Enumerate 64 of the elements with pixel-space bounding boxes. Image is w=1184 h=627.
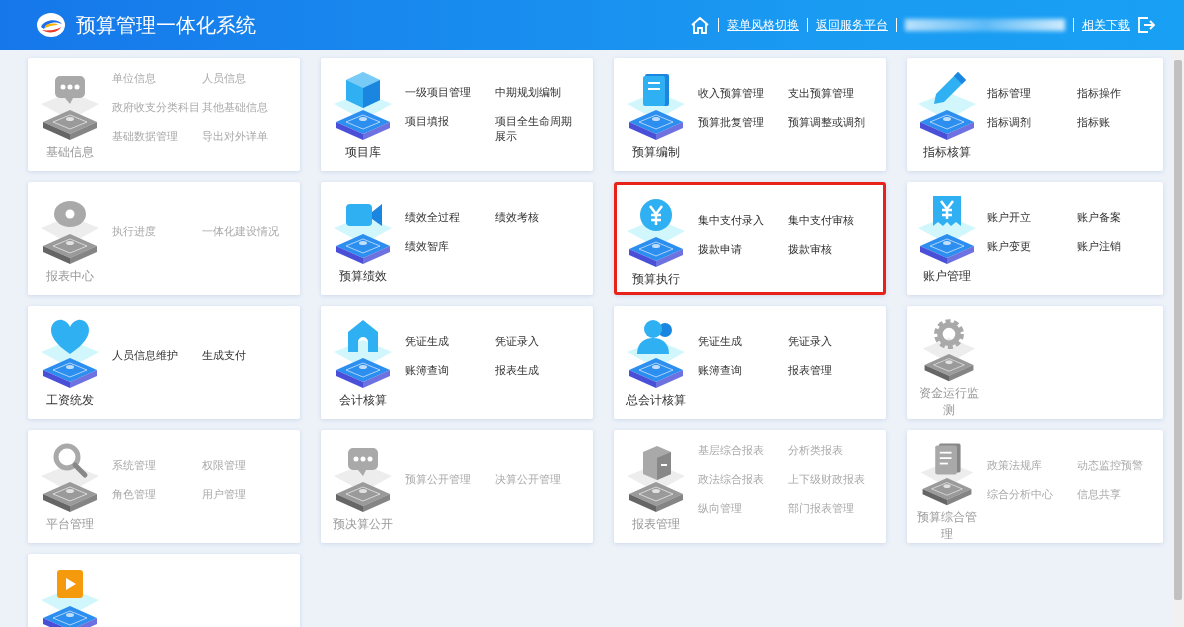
module-card[interactable]: 总会计核算 凭证生成 凭证录入 账簿查询 报表管理 bbox=[614, 306, 886, 419]
module-card[interactable]: 指标核算 指标管理 指标操作 指标调剂 指标账 bbox=[907, 58, 1163, 171]
module-link[interactable]: 人员信息维护 bbox=[112, 348, 202, 363]
module-title: 报表中心 bbox=[45, 268, 95, 285]
module-link[interactable]: 指标操作 bbox=[1077, 85, 1163, 101]
module-link[interactable]: 指标账 bbox=[1077, 114, 1163, 130]
module-link[interactable]: 生成支付 bbox=[202, 348, 288, 363]
module-title: 项目库 bbox=[344, 144, 382, 161]
module-link[interactable]: 凭证录入 bbox=[788, 333, 874, 349]
module-card[interactable]: 账户管理 账户开立 账户备案 账户变更 账户注销 bbox=[907, 182, 1163, 295]
module-link[interactable]: 凭证生成 bbox=[405, 333, 495, 349]
module-title: 基础信息 bbox=[45, 144, 95, 161]
module-link[interactable]: 账户注销 bbox=[1077, 238, 1163, 254]
module-link[interactable]: 集中支付审核 bbox=[788, 212, 874, 228]
system-title: 预算管理一体化系统 bbox=[76, 11, 257, 39]
module-link[interactable]: 集中支付录入 bbox=[698, 212, 788, 228]
module-link[interactable]: 账户备案 bbox=[1077, 209, 1163, 225]
module-card[interactable]: 工资统发 人员信息维护 生成支付 bbox=[28, 306, 300, 419]
module-title: 指标核算 bbox=[922, 144, 972, 161]
module-link[interactable]: 一级项目管理 bbox=[405, 85, 495, 100]
module-link[interactable]: 项目填报 bbox=[405, 114, 495, 129]
module-link[interactable]: 中期规划编制 bbox=[495, 85, 581, 100]
module-link[interactable]: 项目全生命周期展示 bbox=[495, 114, 581, 144]
module-card[interactable]: 预算绩效 绩效全过程 绩效考核 绩效智库 bbox=[321, 182, 593, 295]
module-title: 预算执行 bbox=[631, 271, 681, 288]
module-title: 平台管理 bbox=[45, 516, 95, 533]
scrollbar-thumb[interactable] bbox=[1174, 60, 1182, 600]
home-icon[interactable] bbox=[690, 16, 710, 34]
module-link[interactable]: 绩效全过程 bbox=[405, 209, 495, 225]
logout-icon[interactable] bbox=[1136, 15, 1156, 35]
module-card[interactable]: 会计核算 凭证生成 凭证录入 账簿查询 报表生成 bbox=[321, 306, 593, 419]
module-link[interactable]: 支出预算管理 bbox=[788, 85, 874, 101]
module-title: 账户管理 bbox=[922, 268, 972, 285]
module-link[interactable]: 凭证生成 bbox=[698, 333, 788, 349]
module-link[interactable]: 账户变更 bbox=[987, 238, 1077, 254]
module-link[interactable]: 预算批复管理 bbox=[698, 114, 788, 130]
module-link[interactable]: 指标调剂 bbox=[987, 114, 1077, 130]
module-title: 预决算公开 bbox=[332, 516, 394, 533]
module-link[interactable]: 账户开立 bbox=[987, 209, 1077, 225]
module-link[interactable]: 拨款审核 bbox=[788, 241, 874, 257]
module-link[interactable]: 指标管理 bbox=[987, 85, 1077, 101]
module-link[interactable]: 凭证录入 bbox=[495, 333, 581, 349]
module-link[interactable]: 预算调整或调剂 bbox=[788, 114, 874, 130]
module-link[interactable]: 账簿查询 bbox=[698, 362, 788, 378]
module-card[interactable]: 预算执行 集中支付录入 集中支付审核 拨款申请 拨款审核 bbox=[614, 182, 886, 295]
module-link[interactable]: 账簿查询 bbox=[405, 362, 495, 378]
logo-icon bbox=[36, 10, 66, 40]
scrollbar[interactable] bbox=[1172, 50, 1184, 627]
module-link[interactable]: 报表生成 bbox=[495, 362, 581, 378]
module-card[interactable]: 预算编制 收入预算管理 支出预算管理 预算批复管理 预算调整或调剂 bbox=[614, 58, 886, 171]
module-title: 资金运行监测 bbox=[918, 385, 980, 419]
module-link[interactable]: 报表管理 bbox=[788, 362, 874, 378]
module-link[interactable]: 收入预算管理 bbox=[698, 85, 788, 101]
module-title: 工资统发 bbox=[45, 392, 95, 409]
module-link[interactable]: 拨款申请 bbox=[698, 241, 788, 257]
module-link[interactable]: 绩效智库 bbox=[405, 238, 495, 254]
module-title: 会计核算 bbox=[338, 392, 388, 409]
module-title: 报表管理 bbox=[631, 516, 681, 533]
module-title: 总会计核算 bbox=[625, 392, 687, 409]
module-title: 预算综合管理 bbox=[916, 509, 978, 543]
module-card[interactable]: 项目库 一级项目管理 中期规划编制 项目填报 项目全生命周期展示 bbox=[321, 58, 593, 171]
module-title: 预算绩效 bbox=[338, 268, 388, 285]
module-link[interactable]: 绩效考核 bbox=[495, 209, 581, 225]
module-title: 预算编制 bbox=[631, 144, 681, 161]
